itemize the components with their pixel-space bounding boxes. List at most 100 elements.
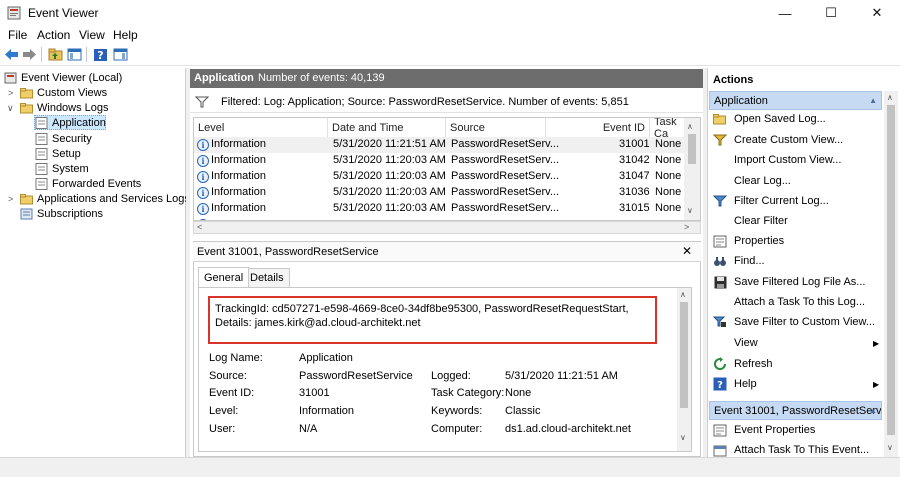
subscriptions-icon	[20, 208, 33, 220]
cell-event-id: 31042	[619, 154, 650, 166]
task-icon	[713, 443, 727, 457]
action-attach-task-to-log[interactable]: Attach a Task To this Log...	[713, 293, 865, 311]
log-icon	[35, 177, 48, 190]
scroll-down-arrow-icon[interactable]: ∨	[687, 206, 693, 215]
menu-help[interactable]: Help	[113, 28, 138, 42]
collapse-triangle-icon[interactable]: ▲	[869, 406, 877, 415]
scroll-up-arrow-icon[interactable]: ∧	[687, 122, 693, 131]
cell-source: PasswordResetServ...	[451, 186, 560, 198]
maximize-button[interactable]: ☐	[808, 0, 854, 26]
table-row[interactable]: i Information 5/31/2020 11:20:03 AM Pass…	[194, 169, 684, 185]
tree-item-setup[interactable]: Setup	[35, 146, 81, 161]
table-row[interactable]: i Information 5/31/2020 11:20:03 AM Pass…	[194, 185, 684, 201]
detail-scrollbar[interactable]: ∧ ∨	[677, 288, 691, 451]
column-header-date-time[interactable]: Date and Time	[328, 118, 446, 137]
show-hide-action-pane-icon[interactable]	[112, 46, 129, 63]
computer-label: Computer:	[431, 423, 483, 435]
user-value: N/A	[299, 423, 318, 435]
scroll-up-arrow-icon[interactable]: ∧	[680, 290, 686, 299]
logged-value: 5/31/2020 11:21:51 AM	[505, 370, 618, 382]
actions-scrollbar[interactable]: ∧ ∨	[884, 91, 898, 457]
menu-view[interactable]: View	[79, 28, 105, 42]
cell-task: None	[655, 202, 682, 214]
actions-section-application[interactable]: Application ▲	[709, 91, 882, 110]
tree-item-forwarded-events[interactable]: Forwarded Events	[35, 176, 141, 191]
expand-arrow-icon[interactable]: >	[8, 88, 13, 98]
action-view[interactable]: View ▶	[713, 334, 879, 352]
table-row[interactable]: i Information 5/31/2020 11:20:03 AM Pass…	[194, 201, 684, 217]
action-label: Save Filtered Log File As...	[734, 276, 866, 288]
back-arrow-icon[interactable]	[3, 46, 20, 63]
log-icon	[35, 147, 48, 160]
table-row[interactable]: i Information 5/31/2020 11:20:03 AM Pass…	[194, 153, 684, 169]
scroll-up-arrow-icon[interactable]: ∧	[887, 93, 893, 102]
action-properties[interactable]: Properties	[713, 232, 784, 250]
event-list-hscrollbar[interactable]: < >	[193, 221, 701, 234]
tree-item-system[interactable]: System	[35, 161, 89, 176]
action-filter-current-log[interactable]: Filter Current Log...	[713, 192, 829, 210]
menu-action[interactable]: Action	[37, 28, 70, 42]
tree-item-label: Setup	[52, 147, 81, 160]
menu-file[interactable]: File	[8, 28, 27, 42]
up-folder-icon[interactable]	[47, 46, 64, 63]
help-icon[interactable]: ?	[92, 46, 109, 63]
scrollbar-thumb[interactable]	[887, 105, 895, 435]
column-header-event-id[interactable]: Event ID	[546, 118, 650, 137]
action-event-properties[interactable]: Event Properties	[713, 421, 815, 439]
scroll-down-arrow-icon[interactable]: ∨	[887, 443, 893, 452]
cell-source: PasswordResetServ...	[451, 154, 560, 166]
cell-level: Information	[211, 186, 267, 198]
expand-arrow-icon[interactable]: >	[8, 194, 13, 204]
pane-splitter[interactable]	[186, 68, 190, 457]
scroll-left-arrow-icon[interactable]: <	[197, 222, 202, 232]
event-list[interactable]: Level Date and Time Source Event ID Task…	[193, 117, 701, 221]
cell-level: Information	[211, 170, 267, 182]
scroll-down-arrow-icon[interactable]: ∨	[680, 433, 686, 442]
folder-icon	[20, 87, 33, 99]
tree-item-applications-and-services-logs[interactable]: Applications and Services Logs	[20, 191, 190, 206]
tab-details[interactable]: Details	[244, 268, 290, 287]
action-create-custom-view[interactable]: Create Custom View...	[713, 131, 843, 149]
column-header-level[interactable]: Level	[194, 118, 328, 137]
action-save-filtered-log-file-as[interactable]: Save Filtered Log File As...	[713, 273, 865, 291]
user-label: User:	[209, 423, 236, 435]
action-help[interactable]: ? Help ▶	[713, 375, 879, 393]
information-icon: i	[197, 155, 209, 167]
scrollbar-thumb[interactable]	[688, 134, 696, 164]
tab-general[interactable]: General	[198, 267, 250, 287]
action-label: Open Saved Log...	[734, 113, 826, 125]
minimize-button[interactable]: —	[762, 0, 808, 26]
column-header-source[interactable]: Source	[446, 118, 546, 137]
table-row[interactable]: i Information 5/31/2020 11:21:51 AM Pass…	[194, 137, 684, 153]
action-find[interactable]: Find...	[713, 252, 765, 270]
close-icon[interactable]: ✕	[682, 244, 692, 258]
tree-item-windows-logs[interactable]: Windows Logs	[20, 100, 109, 115]
event-list-scrollbar[interactable]: ∧ ∨	[684, 118, 700, 220]
action-save-filter-to-custom-view[interactable]: Save Filter to Custom View...	[713, 313, 875, 331]
svg-text:?: ?	[97, 49, 103, 62]
actions-section-event[interactable]: Event 31001, PasswordResetServ... ▲	[709, 401, 882, 420]
tree-item-event-viewer-local[interactable]: Event Viewer (Local)	[4, 70, 122, 85]
action-clear-filter[interactable]: Clear Filter	[713, 212, 788, 230]
tree-item-application[interactable]: Application	[34, 115, 106, 130]
toolbar-separator	[41, 47, 42, 62]
collapse-arrow-icon[interactable]: ∨	[7, 103, 14, 114]
action-open-saved-log[interactable]: Open Saved Log...	[713, 110, 826, 128]
close-button[interactable]: ✕	[854, 0, 900, 26]
collapse-triangle-icon[interactable]: ▲	[869, 96, 877, 105]
scroll-right-arrow-icon[interactable]: >	[684, 222, 689, 232]
action-refresh[interactable]: Refresh	[713, 355, 773, 373]
tree-item-label: Custom Views	[37, 86, 108, 99]
cell-event-id: 31036	[619, 186, 650, 198]
cell-datetime: 5/31/2020 11:20:03 AM	[333, 202, 446, 214]
tree-item-security[interactable]: Security	[35, 131, 92, 146]
scrollbar-thumb[interactable]	[680, 302, 688, 408]
action-clear-log[interactable]: Clear Log...	[713, 172, 791, 190]
level-value: Information	[299, 405, 355, 417]
forward-arrow-icon[interactable]	[21, 46, 38, 63]
tree-item-subscriptions[interactable]: Subscriptions	[20, 206, 103, 221]
tree-item-custom-views[interactable]: Custom Views	[20, 85, 107, 100]
action-import-custom-view[interactable]: Import Custom View...	[713, 151, 841, 169]
column-header-task-category[interactable]: Task Ca	[650, 118, 686, 137]
show-hide-console-tree-icon[interactable]	[66, 46, 83, 63]
